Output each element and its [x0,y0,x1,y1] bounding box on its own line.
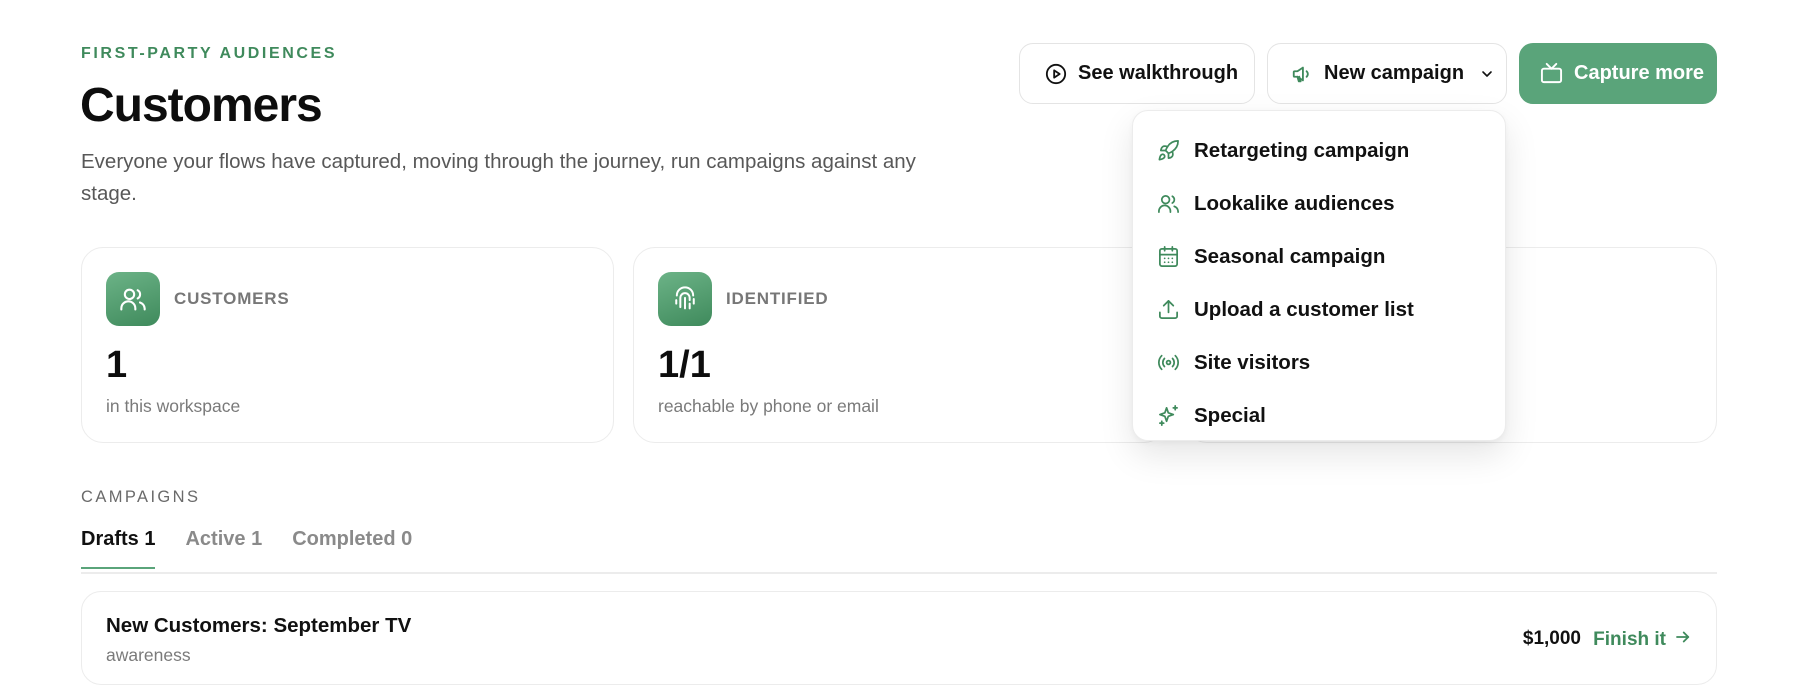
customers-page: FIRST-PARTY AUDIENCES Customers Everyone… [0,0,1800,698]
upload-icon [1157,298,1180,321]
menu-item-label: Seasonal campaign [1194,244,1386,268]
stat-value: 1 [106,344,128,386]
stat-card-customers: CUSTOMERS 1 in this workspace [81,247,614,443]
stat-value: 1/1 [658,344,711,386]
page-description: Everyone your flows have captured, movin… [81,150,916,205]
menu-item-label: Site visitors [1194,350,1311,374]
capture-more-label: Capture more [1574,62,1705,84]
radio-signal-icon [1157,351,1180,374]
megaphone-icon [1291,63,1313,85]
tv-icon [1540,62,1563,85]
menu-item-seasonal-campaign[interactable]: Seasonal campaign [1133,230,1505,283]
menu-item-label: Retargeting campaign [1194,138,1410,162]
menu-item-label: Upload a customer list [1194,297,1414,321]
page-title: Customers [80,79,323,132]
menu-item-label: Special [1194,403,1266,427]
play-circle-icon [1045,63,1067,85]
users-icon [1157,192,1180,215]
tab-drafts[interactable]: Drafts 1 [81,528,156,569]
eyebrow-label: FIRST-PARTY AUDIENCES [81,45,338,62]
arrow-right-icon [1674,628,1692,652]
new-campaign-button[interactable]: New campaign [1267,43,1507,104]
tabs-divider [81,572,1717,574]
new-campaign-label: New campaign [1324,62,1465,84]
stat-card-identified: IDENTIFIED 1/1 reachable by phone or ema… [633,247,1166,443]
calendar-icon [1157,245,1180,268]
stat-caption: in this workspace [106,396,241,416]
campaign-tabs: Drafts 1 Active 1 Completed 0 [81,528,412,569]
menu-item-special[interactable]: Special [1133,389,1505,442]
campaign-type: awareness [106,645,191,665]
finish-it-label: Finish it [1593,629,1666,650]
tab-active[interactable]: Active 1 [185,528,262,569]
users-icon [106,272,160,326]
campaign-name: New Customers: September TV [106,614,412,637]
fingerprint-icon [658,272,712,326]
see-walkthrough-label: See walkthrough [1078,62,1239,84]
stat-label: IDENTIFIED [726,289,829,308]
new-campaign-menu: Retargeting campaign Lookalike audiences… [1132,110,1506,441]
menu-item-lookalike-audiences[interactable]: Lookalike audiences [1133,177,1505,230]
campaign-budget: $1,000 [1522,628,1581,649]
stat-caption: reachable by phone or email [658,396,879,416]
menu-item-site-visitors[interactable]: Site visitors [1133,336,1505,389]
tab-completed[interactable]: Completed 0 [292,528,412,569]
sparkles-icon [1157,404,1180,427]
campaigns-section-label: CAMPAIGNS [81,488,201,506]
stat-label: CUSTOMERS [174,289,290,308]
campaign-row[interactable]: New Customers: September TV awareness $1… [81,591,1717,685]
menu-item-label: Lookalike audiences [1194,191,1395,215]
capture-more-button[interactable]: Capture more [1519,43,1717,104]
menu-item-upload-customer-list[interactable]: Upload a customer list [1133,283,1505,336]
rocket-icon [1157,139,1180,162]
menu-item-retargeting-campaign[interactable]: Retargeting campaign [1133,124,1505,177]
chevron-down-icon [1479,66,1495,82]
finish-it-link[interactable]: Finish it [1593,628,1692,652]
see-walkthrough-button[interactable]: See walkthrough [1019,43,1255,104]
